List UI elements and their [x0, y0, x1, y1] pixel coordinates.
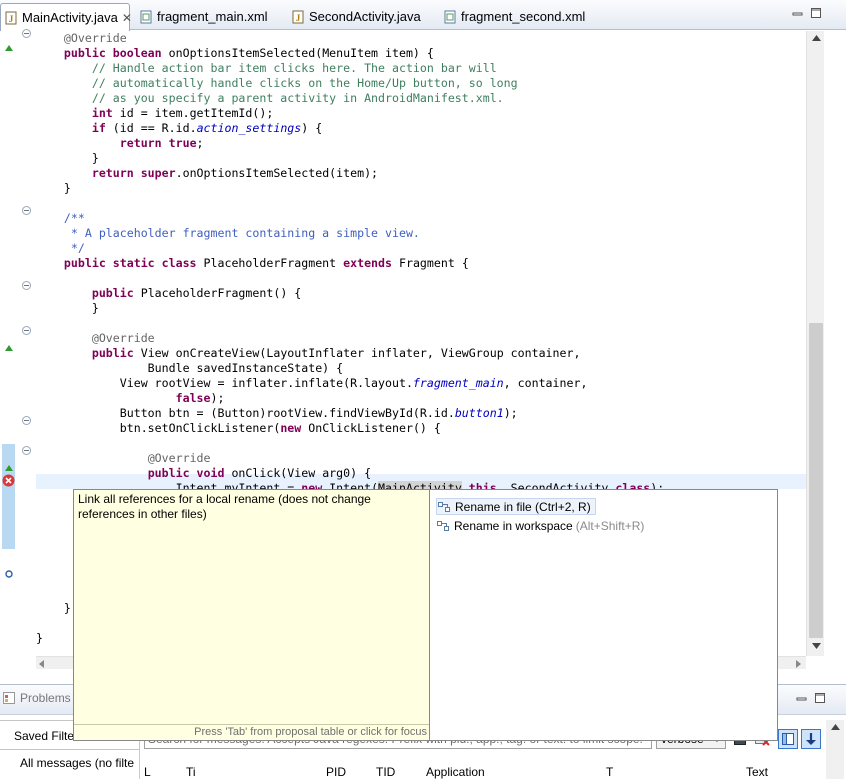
fold-collapse-icon[interactable] [22, 29, 31, 38]
bottom-window-controls [796, 692, 826, 704]
code-line[interactable]: } [36, 181, 71, 196]
log-column-tid[interactable]: TID [376, 765, 395, 779]
code-line[interactable]: // as you specify a parent activity in A… [36, 91, 504, 106]
scroll-up-icon[interactable] [811, 33, 821, 43]
code-line[interactable]: Bundle savedInstanceState) { [36, 361, 343, 376]
fold-collapse-icon[interactable] [22, 446, 31, 455]
code-line[interactable]: } [36, 151, 99, 166]
maximize-icon[interactable] [810, 7, 822, 19]
override-marker-icon [4, 41, 14, 55]
proposal-info-popup[interactable]: Link all references for a local rename (… [73, 489, 430, 741]
code-line[interactable]: @Override [36, 331, 155, 346]
fold-collapse-icon[interactable] [22, 416, 31, 425]
code-line[interactable]: @Override [36, 451, 211, 466]
tab-label: Problems [20, 691, 71, 705]
code-line[interactable]: public View onCreateView(LayoutInflater … [36, 346, 581, 361]
proposal-description: Link all references for a local rename (… [78, 492, 371, 521]
maximize-icon[interactable] [814, 692, 826, 704]
rename-proposals-list: Rename in file (Ctrl+2, R) Rename in wor… [430, 489, 778, 741]
tab-label: SecondActivity.java [309, 9, 421, 24]
editor-vertical-scrollbar[interactable] [806, 31, 824, 656]
tab-label: fragment_second.xml [461, 9, 586, 24]
close-tab-icon[interactable]: ✕ [122, 11, 132, 25]
fold-collapse-icon[interactable] [22, 206, 31, 215]
code-line[interactable]: } [36, 601, 71, 616]
minimize-icon[interactable] [796, 692, 808, 704]
tab-problems[interactable]: Problems [2, 691, 71, 705]
java-file-icon: J [291, 10, 305, 24]
tab-label: fragment_main.xml [157, 9, 268, 24]
proposal-shortcut: (Alt+Shift+R) [575, 518, 645, 533]
rename-link-icon [436, 519, 450, 533]
override-marker-icon [4, 461, 14, 475]
proposal-rename-in-workspace[interactable]: Rename in workspace (Alt+Shift+R) [436, 517, 648, 534]
code-line[interactable]: btn.setOnClickListener(new OnClickListen… [36, 421, 441, 436]
log-column-time[interactable]: Ti [186, 765, 196, 779]
code-line[interactable]: int id = item.getItemId(); [36, 106, 274, 121]
log-vertical-scrollbar[interactable] [826, 720, 844, 779]
fold-collapse-icon[interactable] [22, 281, 31, 290]
code-line[interactable]: public boolean onOptionsItemSelected(Men… [36, 46, 434, 61]
svg-text:J: J [296, 13, 301, 23]
fold-collapse-icon[interactable] [22, 326, 31, 335]
log-column-application[interactable]: Application [426, 765, 485, 779]
tab-mainactivity-java[interactable]: J MainActivity.java ✕ [0, 3, 132, 31]
xml-file-icon [139, 10, 153, 24]
code-line[interactable]: /** [36, 211, 85, 226]
folding-ruler [18, 29, 36, 669]
scrollbar-thumb[interactable] [809, 323, 823, 638]
bookmark-dot-icon [5, 567, 13, 581]
tab-fragment-second-xml[interactable]: fragment_second.xml [440, 3, 610, 30]
override-marker-icon [4, 341, 14, 355]
scroll-lock-icon[interactable] [801, 729, 821, 749]
scroll-down-icon[interactable] [811, 641, 821, 651]
filter-item-all-messages[interactable]: All messages (no filte [20, 756, 134, 770]
error-icon[interactable] [2, 474, 15, 490]
code-line[interactable]: } [36, 301, 99, 316]
proposal-footer-hint: Press 'Tab' from proposal table or click… [74, 724, 429, 740]
toggle-filters-panel-icon[interactable] [778, 729, 798, 749]
log-column-text[interactable]: Text [746, 765, 768, 779]
code-line[interactable]: public PlaceholderFragment() { [36, 286, 301, 301]
log-column-level[interactable]: L [144, 765, 151, 779]
code-line[interactable]: Button btn = (Button)rootView.findViewBy… [36, 406, 518, 421]
code-line[interactable]: false); [36, 391, 225, 406]
proposal-label: Rename in workspace [454, 518, 573, 533]
log-column-pid[interactable]: PID [326, 765, 346, 779]
xml-file-icon [443, 10, 457, 24]
editor-tab-bar: J MainActivity.java ✕ fragment_main.xml … [0, 0, 846, 31]
log-column-tag[interactable]: T [606, 765, 613, 779]
code-line[interactable]: View rootView = inflater.inflate(R.layou… [36, 376, 588, 391]
tab-label: MainActivity.java [22, 10, 118, 25]
scroll-right-icon[interactable] [794, 658, 802, 672]
log-table-header: L Ti PID TID Application T Text [144, 763, 824, 779]
code-line[interactable]: // automatically handle clicks on the Ho… [36, 76, 518, 91]
svg-text:J: J [9, 14, 14, 24]
scroll-left-icon[interactable] [38, 658, 46, 672]
code-line[interactable]: public static class PlaceholderFragment … [36, 256, 469, 271]
annotation-gutter [0, 31, 18, 669]
code-line[interactable]: // Handle action bar item clicks here. T… [36, 61, 497, 76]
minimize-icon[interactable] [792, 7, 804, 19]
tab-fragment-main-xml[interactable]: fragment_main.xml [136, 3, 284, 30]
proposal-rename-in-file[interactable]: Rename in file (Ctrl+2, R) [436, 498, 596, 515]
code-line[interactable]: * A placeholder fragment containing a si… [36, 226, 420, 241]
java-file-icon: J [4, 11, 18, 25]
code-line[interactable]: } [36, 631, 43, 646]
proposal-label: Rename in file (Ctrl+2, R) [455, 499, 591, 514]
code-line[interactable]: return true; [36, 136, 204, 151]
tab-secondactivity-java[interactable]: J SecondActivity.java [288, 3, 438, 30]
code-line[interactable]: public void onClick(View arg0) { [36, 466, 371, 481]
code-line[interactable]: return super.onOptionsItemSelected(item)… [36, 166, 378, 181]
problems-icon [2, 691, 16, 705]
code-line[interactable]: */ [36, 241, 85, 256]
linked-mode-range-bar [2, 444, 15, 549]
code-line[interactable]: if (id == R.id.action_settings) { [36, 121, 322, 136]
code-line[interactable]: @Override [36, 31, 127, 46]
scroll-up-icon[interactable] [830, 722, 840, 732]
editor-window-controls [792, 7, 822, 19]
rename-link-icon [437, 500, 451, 514]
